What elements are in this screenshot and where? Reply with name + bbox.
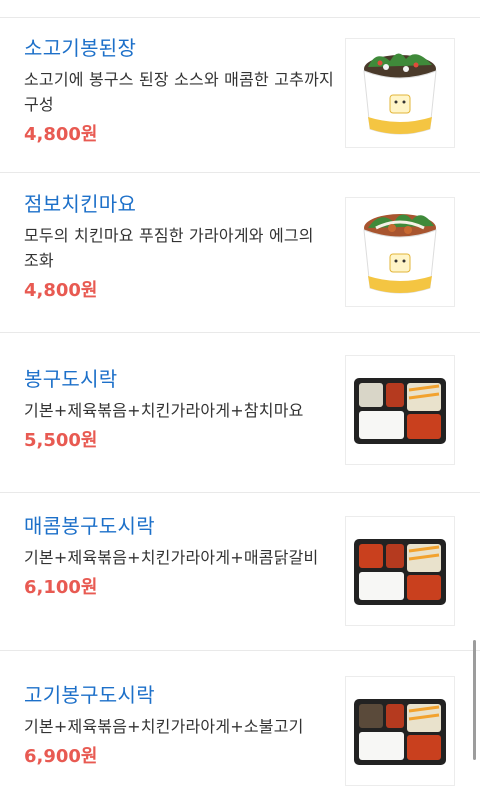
rice-bowl-icon xyxy=(363,53,437,135)
menu-item-price: 6,900원 xyxy=(24,746,98,767)
menu-item[interactable]: 점보치킨마요 모두의 치킨마요 푸짐한 가라아게와 에그의 조화 4,800원 xyxy=(0,173,480,333)
menu-item-price: 4,800원 xyxy=(24,124,98,145)
menu-item-thumbnail[interactable] xyxy=(345,516,455,626)
menu-item-thumbnail[interactable] xyxy=(345,197,455,307)
lunchbox-icon xyxy=(354,539,446,605)
menu-item-price: 6,100원 xyxy=(24,577,98,598)
menu-item[interactable]: 고기봉구도시락 기본+제육볶음+치킨가라아게+소불고기 6,900원 xyxy=(0,651,480,811)
menu-item-text: 고기봉구도시락 기본+제육볶음+치킨가라아게+소불고기 6,900원 xyxy=(24,682,334,769)
menu-item-description: 기본+제육볶음+치킨가라아게+소불고기 xyxy=(24,717,304,736)
menu-item-name: 소고기봉된장 xyxy=(24,36,137,60)
menu-item-thumbnail[interactable] xyxy=(345,38,455,148)
menu-item-text: 소고기봉된장 소고기에 봉구스 된장 소스와 매콤한 고추까지 구성 4,800… xyxy=(24,35,334,147)
menu-item-description: 기본+제육볶음+치킨가라아게+참치마요 xyxy=(24,401,304,420)
menu-item[interactable]: 봉구도시락 기본+제육볶음+치킨가라아게+참치마요 5,500원 xyxy=(0,333,480,493)
menu-item[interactable]: 소고기봉된장 소고기에 봉구스 된장 소스와 매콤한 고추까지 구성 4,800… xyxy=(0,18,480,173)
scrollbar[interactable] xyxy=(473,640,476,760)
menu-item-name: 고기봉구도시락 xyxy=(24,683,155,707)
lunchbox-icon xyxy=(354,378,446,444)
menu-item-text: 매콤봉구도시락 기본+제육볶음+치킨가라아게+매콤닭갈비 6,100원 xyxy=(24,513,334,600)
menu-item-name: 점보치킨마요 xyxy=(24,192,137,216)
menu-item-price: 4,800원 xyxy=(24,280,98,301)
rice-bowl-icon xyxy=(363,214,437,294)
menu-item[interactable]: 매콤봉구도시락 기본+제육볶음+치킨가라아게+매콤닭갈비 6,100원 xyxy=(0,493,480,651)
menu-item-name: 봉구도시락 xyxy=(24,367,118,391)
menu-item-price: 5,500원 xyxy=(24,430,98,451)
menu-item-text: 점보치킨마요 모두의 치킨마요 푸짐한 가라아게와 에그의 조화 4,800원 xyxy=(24,191,334,303)
menu-list: 소고기봉된장 소고기에 봉구스 된장 소스와 매콤한 고추까지 구성 4,800… xyxy=(0,18,480,811)
menu-item-description: 모두의 치킨마요 푸짐한 가라아게와 에그의 조화 xyxy=(24,226,314,270)
menu-item-text: 봉구도시락 기본+제육볶음+치킨가라아게+참치마요 5,500원 xyxy=(24,366,334,453)
lunchbox-icon xyxy=(354,699,446,765)
menu-item-thumbnail[interactable] xyxy=(345,676,455,786)
menu-item-name: 매콤봉구도시락 xyxy=(24,514,155,538)
menu-item-thumbnail[interactable] xyxy=(345,355,455,465)
menu-item-description: 소고기에 봉구스 된장 소스와 매콤한 고추까지 구성 xyxy=(24,70,334,114)
menu-item-description: 기본+제육볶음+치킨가라아게+매콤닭갈비 xyxy=(24,548,319,567)
